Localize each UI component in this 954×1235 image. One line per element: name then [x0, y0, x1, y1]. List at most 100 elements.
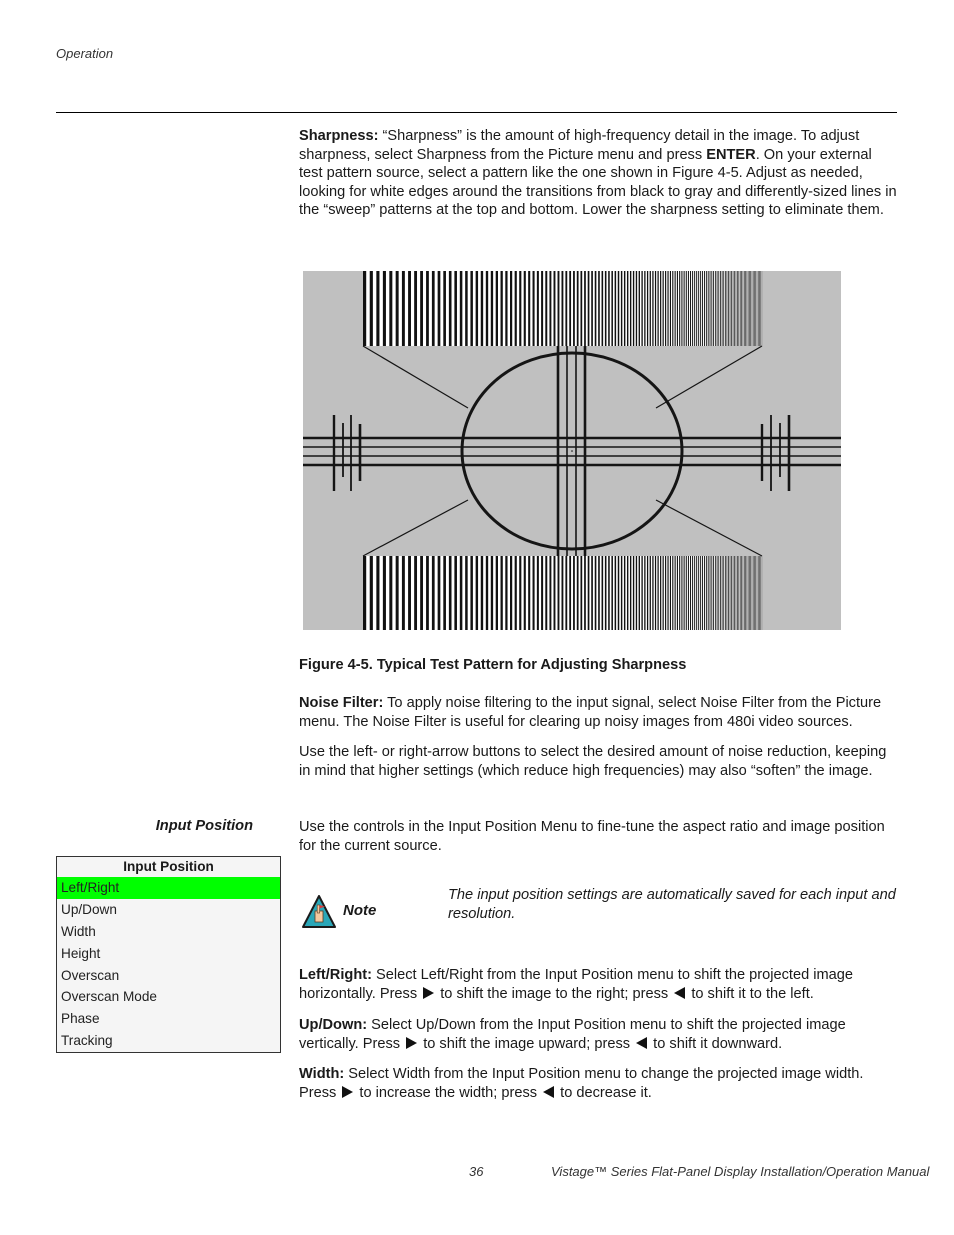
input-position-heading: Input Position	[155, 818, 253, 834]
menu-item-phase[interactable]: Phase	[57, 1008, 280, 1030]
bottom-sweep-bar	[711, 556, 713, 630]
menu-title: Input Position	[123, 859, 214, 874]
top-sweep-bar	[459, 271, 463, 346]
bottom-sweep-bar	[654, 556, 657, 630]
top-sweep-bar	[644, 271, 646, 346]
menu-item-tracking[interactable]: Tracking	[57, 1030, 280, 1052]
bottom-sweep-bar	[608, 556, 610, 630]
width-text-3: to decrease it.	[556, 1084, 652, 1101]
center-dot	[571, 450, 573, 452]
top-sweep-bar	[741, 271, 742, 346]
top-sweep-bar	[541, 271, 544, 346]
bottom-sweep-bar	[536, 556, 539, 630]
top-sweep-bar	[734, 271, 735, 346]
bottom-sweep-bar	[510, 556, 513, 630]
top-sweep-bar	[731, 271, 732, 346]
note-hand-icon	[302, 895, 336, 929]
bottom-sweep-bar	[687, 556, 689, 630]
bottom-sweep-bar	[541, 556, 544, 630]
menu-item-height[interactable]: Height	[57, 943, 280, 965]
bottom-sweep-bar	[638, 556, 640, 630]
bottom-sweep-bar	[724, 556, 726, 630]
top-sweep-bar	[580, 271, 583, 346]
top-sweep-bar	[565, 271, 568, 346]
bottom-sweep-bar	[690, 556, 692, 630]
top-sweep-bar	[735, 271, 737, 346]
bottom-sweep-bar	[674, 556, 676, 630]
enter-key-label: ENTER	[706, 146, 756, 163]
bottom-sweep-bar	[700, 556, 702, 630]
page-number: 36	[469, 1164, 484, 1179]
bottom-sweep-bar	[676, 556, 678, 630]
bottom-sweep-bar	[731, 556, 732, 630]
bottom-sweep-bar	[709, 556, 711, 630]
top-sweep-bar	[389, 271, 393, 346]
note-text: The input position settings are automati…	[448, 887, 896, 922]
top-sweep-bar	[500, 271, 503, 346]
bottom-sweep-bar	[573, 556, 575, 630]
diagonal-line	[655, 345, 763, 409]
bottom-sweep-bar	[587, 556, 590, 630]
menu-item-width[interactable]: Width	[57, 921, 280, 943]
bottom-sweep-bar	[465, 556, 468, 630]
top-sweep-bar	[641, 271, 643, 346]
top-sweep-bar	[523, 271, 526, 346]
up-down-paragraph: Up/Down: Select Up/Down from the Input P…	[299, 1016, 899, 1053]
manual-title: Vistage™ Series Flat-Panel Display Insta…	[551, 1164, 930, 1179]
bottom-sweep-bar	[561, 556, 564, 630]
top-sweep-bar	[475, 271, 479, 346]
top-sweep-bar	[726, 271, 728, 346]
top-sweep-bar	[723, 271, 725, 346]
sharpness-test-pattern	[303, 271, 841, 630]
bottom-sweep-bar	[532, 556, 535, 630]
bottom-sweep-bar	[644, 556, 646, 630]
bottom-sweep-bar	[741, 556, 742, 630]
test-pattern-graphic	[303, 271, 841, 630]
bottom-sweep-bar	[729, 556, 731, 630]
bottom-sweep-bar	[549, 556, 552, 630]
top-sweep-bar	[448, 271, 452, 346]
bottom-sweep-bar	[657, 556, 659, 630]
width-term: Width:	[299, 1066, 345, 1082]
top-sweep-bar	[395, 271, 399, 346]
bottom-sweep-bar	[735, 556, 737, 630]
top-sweep-bar	[626, 271, 629, 346]
input-position-menu: Input Position Left/Right Up/Down Width Hei…	[56, 856, 281, 1054]
top-sweep-bar	[749, 271, 750, 346]
bottom-sweep-bar	[692, 556, 694, 630]
bottom-sweep-bar	[737, 556, 738, 630]
bottom-sweep-bar	[718, 556, 720, 630]
top-sweep-bar	[745, 271, 746, 346]
bottom-sweep-bar	[726, 556, 728, 630]
top-sweep-bar	[696, 271, 698, 346]
bottom-sweep-bar	[683, 556, 685, 630]
bottom-sweep-bar	[470, 556, 473, 630]
bottom-sweep-bar	[721, 556, 723, 630]
bottom-sweep-bar	[755, 556, 757, 630]
top-sweep-bar	[601, 271, 604, 346]
bottom-sweep-bar	[454, 556, 457, 630]
top-sweep-bar	[742, 271, 744, 346]
top-sweep-bar	[382, 271, 386, 346]
left-right-text-3: to shift it to the left.	[687, 985, 814, 1002]
left-right-text-2: to shift the image to the right; press	[436, 985, 673, 1002]
menu-item-up-down[interactable]: Up/Down	[57, 899, 280, 921]
top-sweep-bar	[576, 271, 579, 346]
menu-item-overscan[interactable]: Overscan	[57, 965, 280, 987]
menu-item-overscan-mode[interactable]: Overscan Mode	[57, 986, 280, 1008]
bottom-sweep-bar	[629, 556, 632, 630]
bottom-sweep-bar	[714, 556, 716, 630]
bottom-sweep-bar	[395, 556, 399, 630]
bottom-sweep-bar	[401, 556, 405, 630]
bottom-sweep-bar	[742, 556, 744, 630]
bottom-sweep-bar	[553, 556, 556, 630]
top-sweep-bar	[761, 271, 763, 346]
bottom-sweep-bar	[720, 556, 721, 630]
bottom-sweep-bar	[617, 556, 620, 630]
top-sweep-bar	[646, 271, 649, 346]
top-sweep-bar	[465, 271, 468, 346]
bottom-sweep-bar	[685, 556, 687, 630]
menu-item-left-right[interactable]: Left/Right	[57, 877, 280, 899]
bottom-sweep-bar	[389, 556, 393, 630]
bottom-sweep-bar	[652, 556, 654, 630]
